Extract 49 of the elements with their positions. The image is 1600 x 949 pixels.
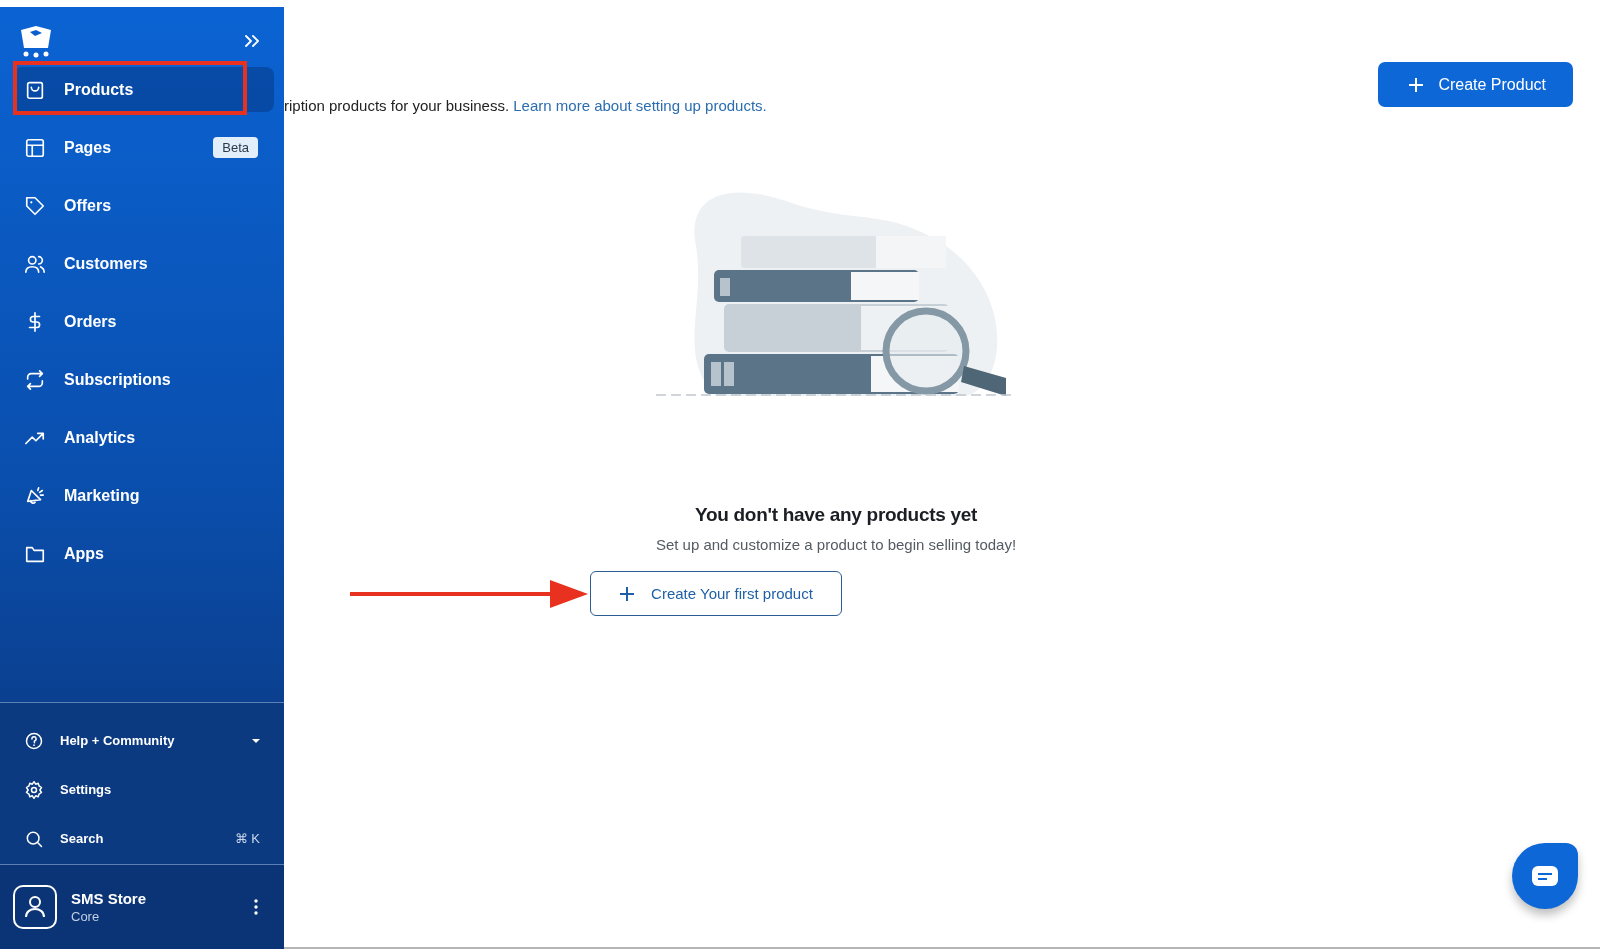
beta-badge: Beta <box>213 137 258 158</box>
sidebar-item-label: Customers <box>64 254 149 273</box>
sidebar-footer-item[interactable]: Settings <box>24 772 284 807</box>
sidebar-item[interactable]: Apps <box>14 531 274 576</box>
help-icon <box>24 730 44 751</box>
sidebar-item-label: Apps <box>64 544 105 563</box>
sidebar-item[interactable]: Analytics <box>14 415 274 460</box>
sidebar-item-label: Marketing <box>64 486 141 505</box>
sidebar-item[interactable]: Marketing <box>14 473 274 518</box>
caret-icon <box>252 738 260 743</box>
sidebar-item[interactable]: Customers <box>14 241 274 286</box>
chat-icon <box>1531 865 1559 887</box>
settings-icon <box>24 779 44 800</box>
account-name: SMS Store <box>71 890 147 907</box>
cart-logo-icon <box>18 24 54 58</box>
footer-item-label: Settings <box>60 782 113 797</box>
expand-icon[interactable] <box>244 34 260 48</box>
chat-button[interactable] <box>1512 843 1578 909</box>
shortcut-hint: ⌘ K <box>234 831 260 846</box>
empty-state-title: You don't have any products yet <box>695 504 977 526</box>
more-options-icon[interactable] <box>254 899 258 915</box>
sidebar-item[interactable]: Offers <box>14 183 274 228</box>
layout-icon <box>24 136 46 159</box>
sidebar-item-label: Offers <box>64 196 113 215</box>
create-first-product-button[interactable]: Create Your first product <box>590 571 842 616</box>
description-text: ription products for your business. Learn more about setting up products. <box>284 97 767 114</box>
sidebar-item-label: Products <box>64 80 135 99</box>
avatar-icon <box>13 885 57 929</box>
sidebar-item[interactable]: Subscriptions <box>14 357 274 402</box>
sidebar-item-label: Orders <box>64 312 118 331</box>
learn-more-link[interactable]: Learn more about setting up products. <box>513 97 767 114</box>
plus-icon <box>1408 76 1425 93</box>
megaphone-icon <box>24 484 46 507</box>
empty-state-subtitle: Set up and customize a product to begin selling today! <box>655 536 1017 553</box>
create-product-button[interactable]: Create Product <box>1378 62 1573 107</box>
sidebar-item-label: Subscriptions <box>64 370 172 389</box>
sidebar-footer-item[interactable]: Help + Community <box>24 723 284 758</box>
sidebar-item[interactable]: Pages Beta <box>14 125 274 170</box>
sidebar-footer-item[interactable]: Search ⌘ K <box>24 821 284 856</box>
footer-item-label: Search <box>60 831 105 846</box>
sidebar-item-label: Analytics <box>64 428 137 447</box>
sidebar-item[interactable]: Orders <box>14 299 274 344</box>
footer-item-label: Help + Community <box>60 733 176 748</box>
sidebar-item[interactable]: Products <box>14 67 274 112</box>
plus-icon <box>619 585 636 602</box>
account-plan: Core <box>71 909 101 924</box>
repeat-icon <box>24 368 46 391</box>
tag-icon <box>24 194 46 217</box>
sidebar-item-label: Pages <box>64 138 113 157</box>
